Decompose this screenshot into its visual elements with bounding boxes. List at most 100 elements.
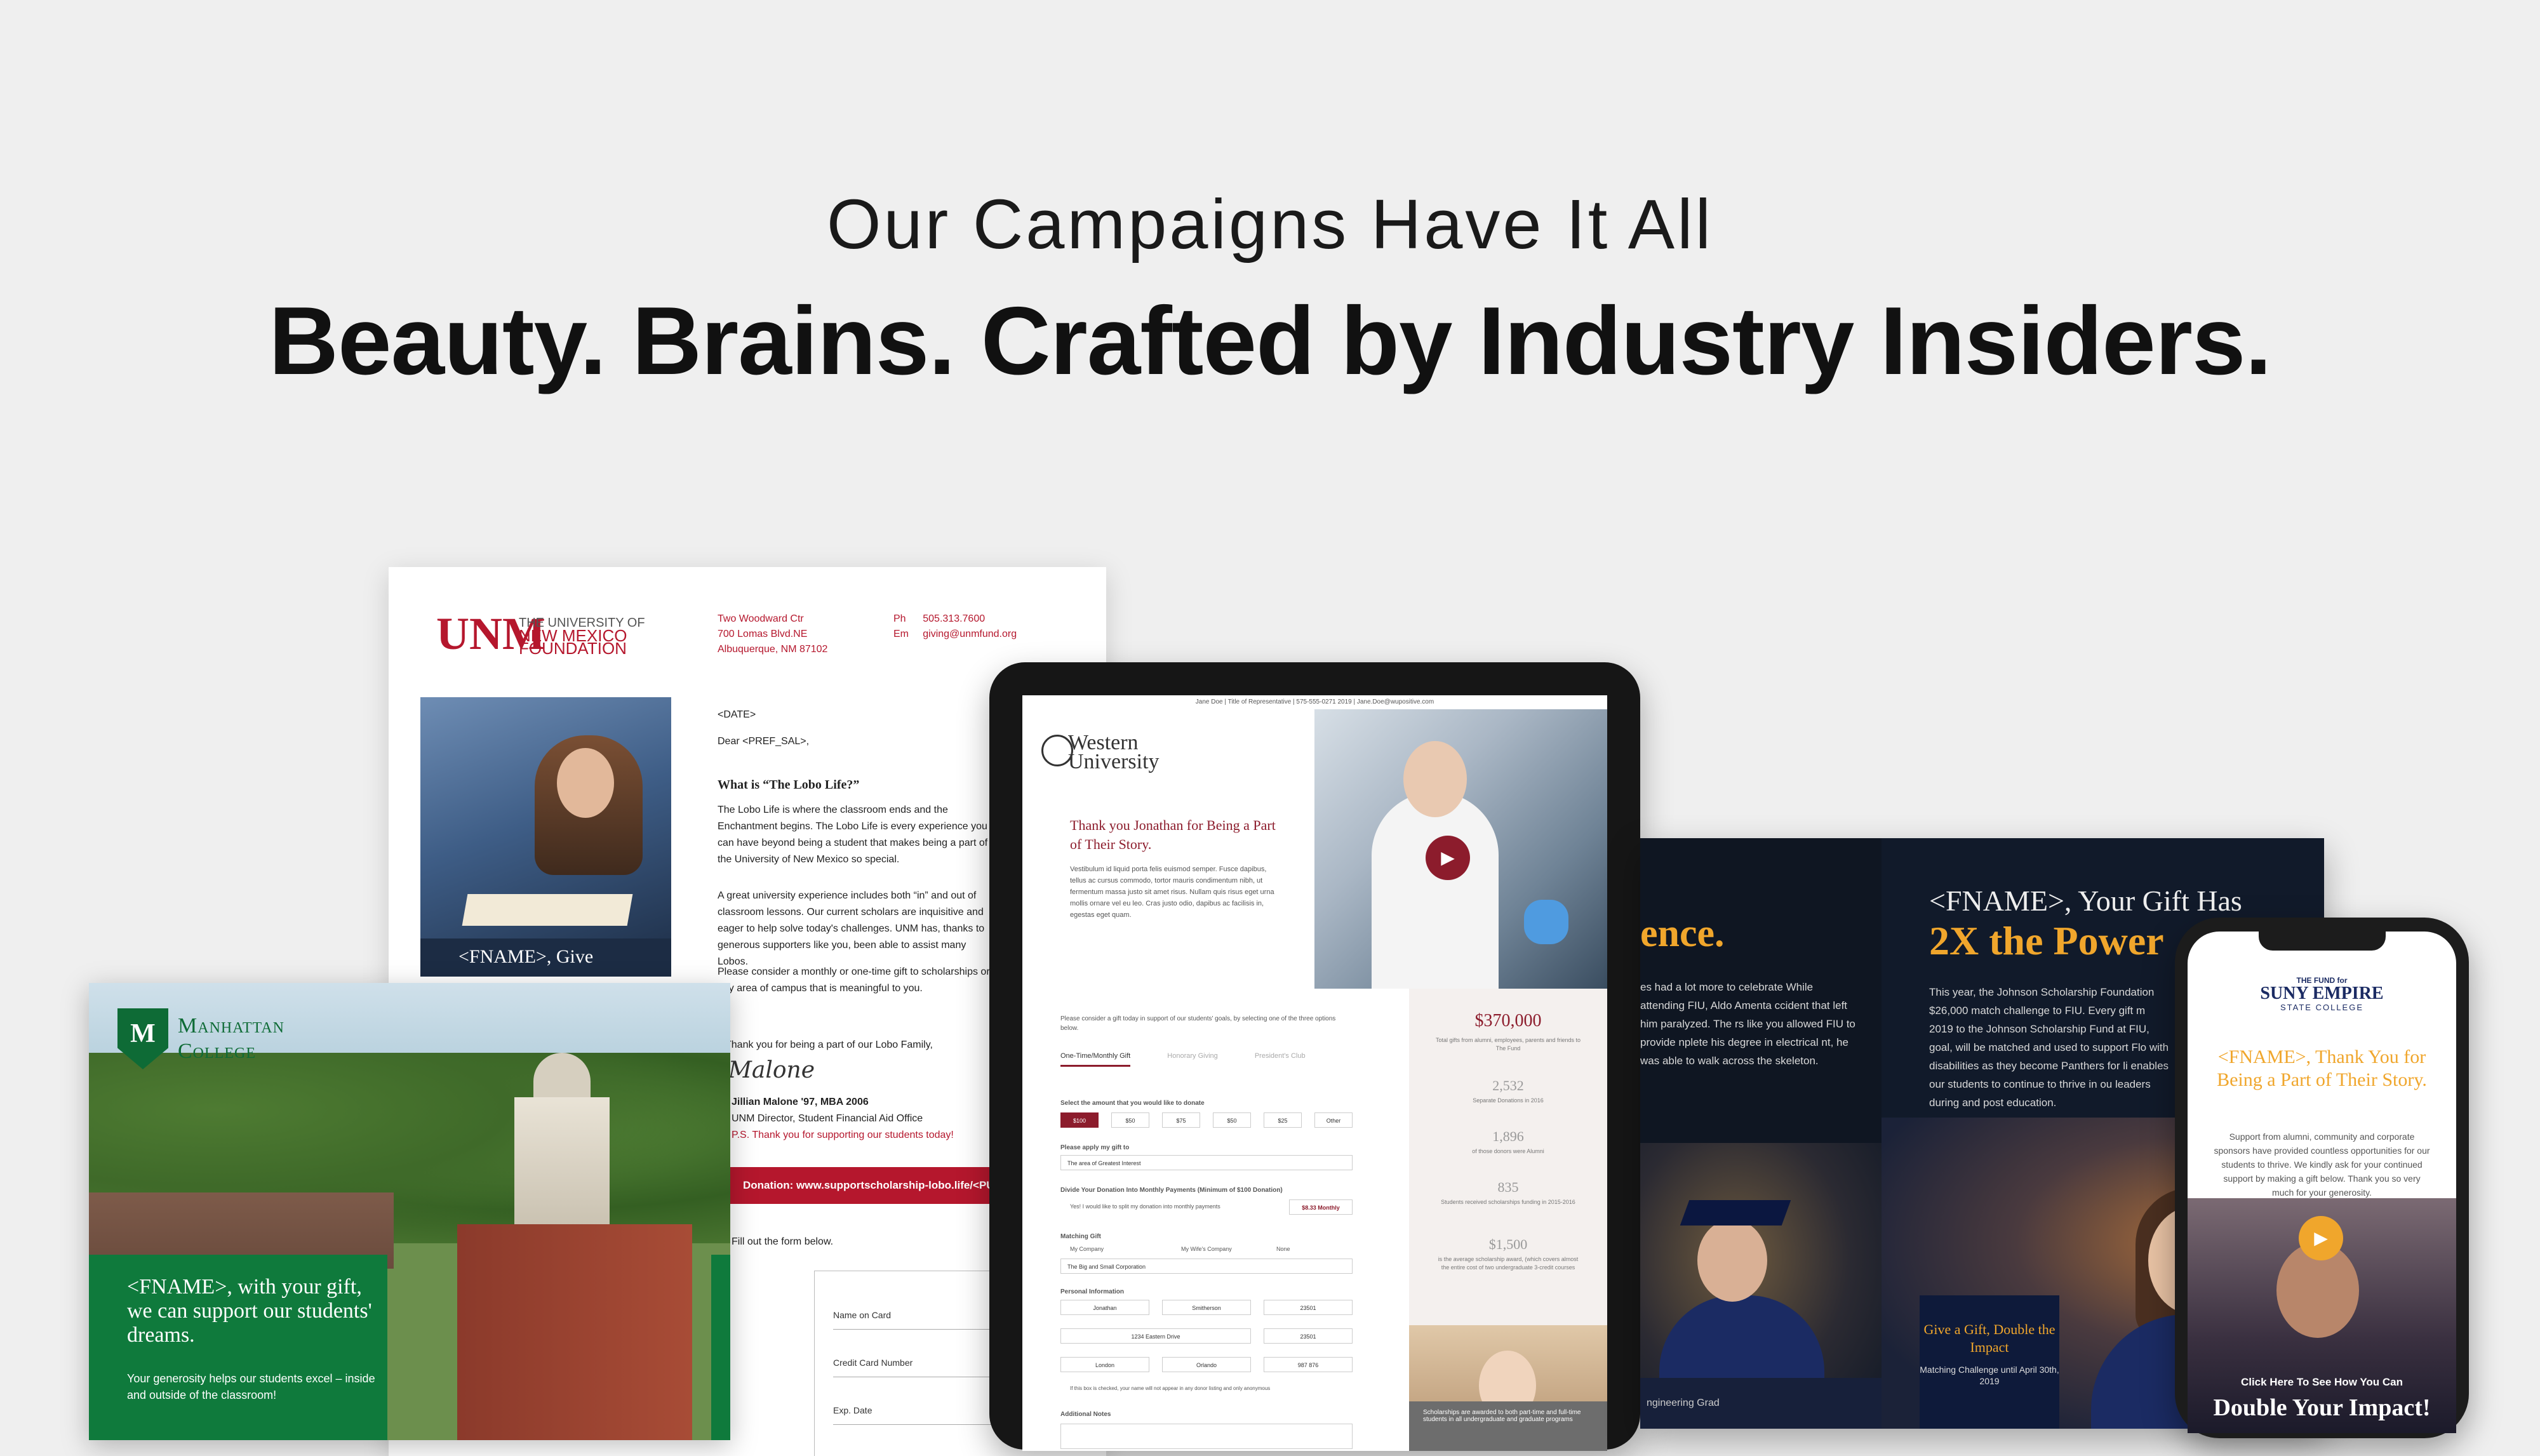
play-icon[interactable]: ▶ bbox=[1426, 836, 1470, 880]
monthly-checkbox[interactable]: Yes! I would like to split my donation i… bbox=[1070, 1203, 1220, 1210]
left-heading: ence. bbox=[1640, 912, 1725, 955]
letter-paragraph: Please consider a monthly or one-time gi… bbox=[718, 966, 990, 994]
stat-value: 2,532 bbox=[1492, 1078, 1524, 1093]
rep-info-line: Jane Doe | Title of Representative | 575… bbox=[1195, 698, 1434, 705]
phone-field[interactable]: 987 876 bbox=[1264, 1357, 1353, 1372]
gift-subtitle: Matching Challenge until April 30th, 201… bbox=[1920, 1365, 2059, 1386]
signer-title: UNM Director, Student Financial Aid Offi… bbox=[732, 1113, 923, 1124]
org-line3: FOUNDATION bbox=[519, 639, 627, 658]
phone-screen: THE FUND for SUNY EMPIRE STATE COLLEGE <… bbox=[2188, 932, 2456, 1433]
street-field[interactable]: 1234 Eastern Drive bbox=[1060, 1328, 1251, 1344]
letter-heading: What is “The Lobo Life?” bbox=[718, 778, 860, 792]
form-intro: Please consider a gift today in support … bbox=[1060, 1015, 1336, 1032]
last-name-field[interactable]: Smitherson bbox=[1162, 1300, 1251, 1315]
monthly-amount: $8.33 Monthly bbox=[1289, 1199, 1353, 1215]
form-intro: Fill out the form below. bbox=[732, 1236, 834, 1247]
mailer-headline: <FNAME>, with your gift, we can support … bbox=[127, 1275, 372, 1347]
phone-thanks: <FNAME>, Thank You for Being a Part of T… bbox=[2217, 1046, 2427, 1090]
letter-paragraph: The Lobo Life is where the classroom end… bbox=[718, 805, 988, 865]
campus-tower bbox=[514, 1097, 610, 1231]
stat-caption: is the average scholarship award, (which… bbox=[1438, 1256, 1579, 1271]
matching-label: Matching Gift bbox=[1060, 1233, 1101, 1240]
apply-label: Please apply my gift to bbox=[1060, 1144, 1130, 1151]
phone-label: Ph bbox=[893, 613, 906, 624]
western-university-logo: Western University bbox=[1068, 731, 1160, 773]
thank-you-heading: Thank you Jonathan for Being a Part of T… bbox=[1070, 817, 1276, 852]
letter-closing: Thank you for being a part of our Lobo F… bbox=[725, 1039, 933, 1050]
letter-paragraph: A great university experience includes b… bbox=[718, 890, 985, 967]
notes-field[interactable] bbox=[1060, 1424, 1353, 1449]
amount-button[interactable]: $25 bbox=[1264, 1112, 1302, 1128]
headline: Beauty. Brains. Crafted by Industry Insi… bbox=[269, 287, 2271, 395]
unit-field[interactable]: 23501 bbox=[1264, 1328, 1353, 1344]
gift-title: Give a Gift, Double the Impact bbox=[1923, 1321, 2055, 1355]
letter-contact: Ph 505.313.7600 Em giving@unmfund.org bbox=[893, 611, 1017, 642]
city-field[interactable]: London bbox=[1060, 1357, 1149, 1372]
signer-name: Jillian Malone '97, MBA 2006 bbox=[732, 1097, 869, 1107]
left-footer: ngineering Grad bbox=[1640, 1378, 1888, 1429]
scholarship-caption: Scholarships are awarded to both part-ti… bbox=[1409, 1401, 1607, 1451]
anonymous-checkbox[interactable]: If this box is checked, your name will n… bbox=[1070, 1386, 1270, 1391]
left-body: es had a lot more to celebrate While att… bbox=[1640, 981, 1855, 1067]
card-name-field[interactable]: Name on Card bbox=[833, 1310, 998, 1330]
zip-field[interactable]: 23501 bbox=[1264, 1300, 1353, 1315]
right-body: This year, the Johnson Scholarship Found… bbox=[1929, 986, 2169, 1109]
cta-big[interactable]: Double Your Impact! bbox=[2188, 1394, 2456, 1422]
tab-honorary[interactable]: Honorary Giving bbox=[1167, 1052, 1217, 1060]
email-label: Em bbox=[893, 629, 909, 639]
stat-caption: Total gifts from alumni, employees, pare… bbox=[1435, 1037, 1581, 1052]
subtitle: Our Campaigns Have It All bbox=[826, 185, 1714, 264]
suny-logo-sub: STATE COLLEGE bbox=[2280, 1003, 2363, 1012]
letter-salutation: Dear <PREF_SAL>, bbox=[718, 736, 810, 747]
stat-value: 1,896 bbox=[1492, 1128, 1524, 1144]
suny-logo: SUNY EMPIRE bbox=[2260, 984, 2384, 1003]
play-icon[interactable]: ▶ bbox=[2299, 1216, 2343, 1260]
college-name: Manhattan bbox=[178, 1014, 284, 1038]
amount-button[interactable]: $50 bbox=[1111, 1112, 1149, 1128]
right-heading: <FNAME>, Your Gift Has bbox=[1929, 885, 2242, 917]
additional-label: Additional Notes bbox=[1060, 1411, 1111, 1418]
manhattan-mailer: M Manhattan College <FNAME>, with your gi… bbox=[89, 983, 730, 1440]
gift-card: Give a Gift, Double the Impact Matching … bbox=[1920, 1295, 2059, 1429]
signature: Malone bbox=[728, 1057, 815, 1083]
tablet-screen: Jane Doe | Title of Representative | 575… bbox=[1022, 695, 1607, 1451]
gift-tabs: One-Time/Monthly Gift Honorary Giving Pr… bbox=[1060, 1052, 1340, 1067]
cta-small[interactable]: Click Here To See How You Can bbox=[2188, 1376, 2456, 1389]
total-raised: $370,000 bbox=[1474, 1011, 1542, 1031]
amount-button[interactable]: $50 bbox=[1213, 1112, 1251, 1128]
exp-date-field[interactable]: Exp. Date bbox=[833, 1405, 998, 1425]
amount-label: Select the amount that you would like to… bbox=[1060, 1100, 1205, 1107]
company-field[interactable]: The Big and Small Corporation bbox=[1060, 1259, 1353, 1274]
stat-caption: of those donors were Alumni bbox=[1472, 1148, 1544, 1154]
stat-value: $1,500 bbox=[1488, 1236, 1528, 1252]
shield-icon: M bbox=[117, 1008, 168, 1069]
letter-ps: P.S. Thank you for supporting our studen… bbox=[732, 1130, 954, 1140]
phone-device: THE FUND for SUNY EMPIRE STATE COLLEGE <… bbox=[2175, 918, 2469, 1438]
letter-address: Two Woodward Ctr 700 Lomas Blvd.NE Albuq… bbox=[718, 611, 827, 657]
campus-building bbox=[457, 1224, 692, 1440]
unm-org-name: THE UNIVERSITY OF NEW MEXICO FOUNDATION bbox=[519, 617, 646, 658]
stat-caption: Students received scholarships funding i… bbox=[1441, 1199, 1575, 1205]
matching-radio[interactable]: My Wife's Company bbox=[1181, 1246, 1232, 1252]
first-name-field[interactable]: Jonathan bbox=[1060, 1300, 1149, 1315]
amount-button[interactable]: $75 bbox=[1162, 1112, 1200, 1128]
manhattan-logo: M Manhattan College bbox=[117, 1008, 371, 1078]
matching-radio[interactable]: My Company bbox=[1070, 1246, 1104, 1252]
tab-one-time[interactable]: One-Time/Monthly Gift bbox=[1060, 1052, 1131, 1067]
donation-form: Please consider a gift today in support … bbox=[1022, 989, 1409, 1451]
mailer-body: Your generosity helps our students excel… bbox=[127, 1372, 375, 1401]
apply-select[interactable]: The area of Greatest Interest bbox=[1060, 1155, 1353, 1170]
right-heading-accent: 2X the Power bbox=[1929, 918, 2164, 963]
amount-button[interactable]: $100 bbox=[1060, 1112, 1099, 1128]
personal-label: Personal Information bbox=[1060, 1288, 1125, 1295]
matching-radio[interactable]: None bbox=[1276, 1246, 1290, 1252]
phone-value: 505.313.7600 bbox=[923, 613, 986, 624]
letter-date: <DATE> bbox=[718, 709, 756, 720]
amount-button[interactable]: Other bbox=[1314, 1112, 1353, 1128]
monthly-label: Divide Your Donation Into Monthly Paymen… bbox=[1060, 1187, 1283, 1194]
email-value: giving@unmfund.org bbox=[923, 629, 1017, 639]
address-line: Albuquerque, NM 87102 bbox=[718, 644, 828, 655]
tab-presidents-club[interactable]: President's Club bbox=[1255, 1052, 1306, 1060]
card-number-field[interactable]: Credit Card Number bbox=[833, 1358, 998, 1377]
state-field[interactable]: Orlando bbox=[1162, 1357, 1251, 1372]
